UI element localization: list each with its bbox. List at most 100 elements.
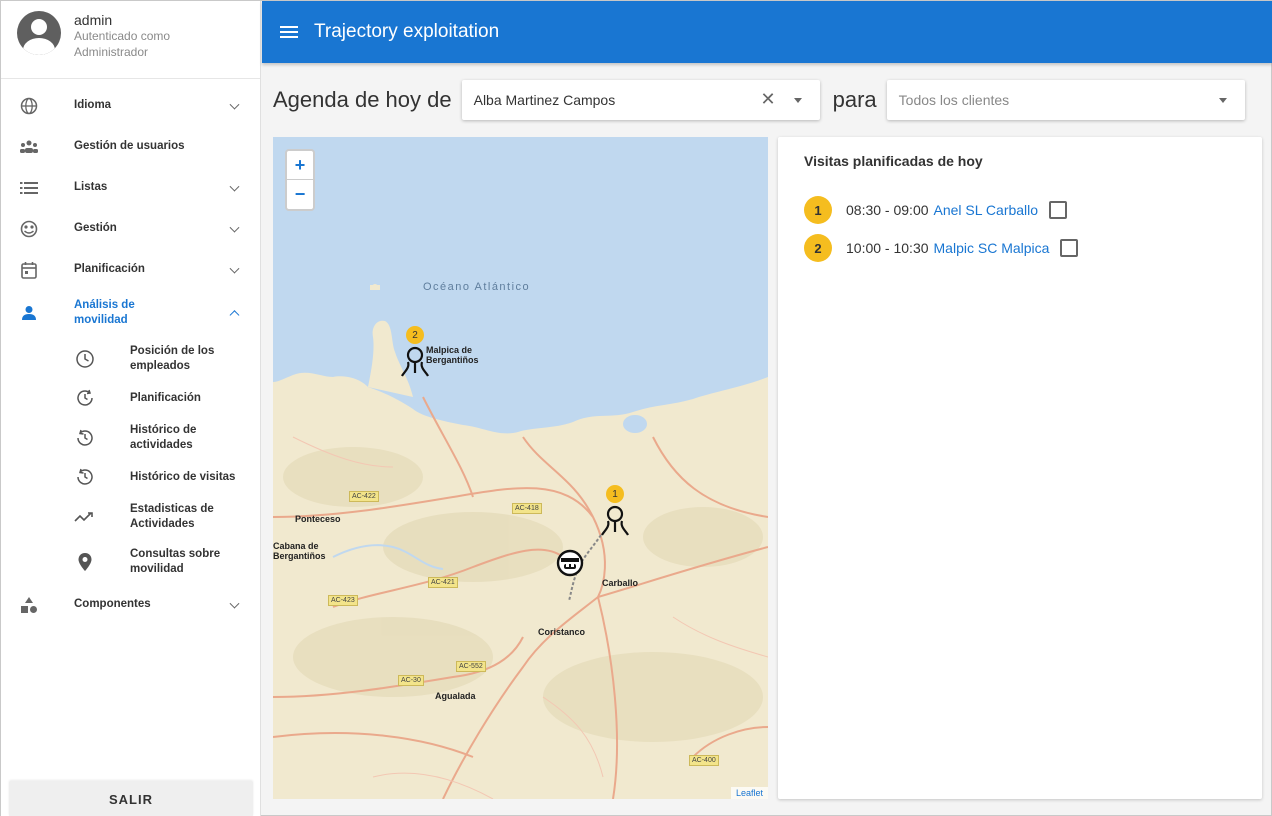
person-icon xyxy=(18,302,40,324)
map-attribution-link[interactable]: Leaflet xyxy=(730,787,768,799)
visit-marker[interactable]: 2 xyxy=(406,326,424,344)
road-label: AC-421 xyxy=(428,577,458,588)
shapes-icon xyxy=(18,594,40,616)
chevron-down-icon xyxy=(229,222,240,233)
submenu-item-label: Histórico de visitas xyxy=(130,470,236,483)
client-location-icon[interactable] xyxy=(398,345,432,379)
visit-time: 10:00 - 10:30 xyxy=(846,240,929,256)
group-icon xyxy=(18,136,40,158)
zoom-in-button[interactable]: + xyxy=(287,151,313,180)
visit-client-link[interactable]: Anel SL Carballo xyxy=(934,202,1039,218)
menu-icon[interactable] xyxy=(280,25,298,39)
account-circle-icon xyxy=(17,11,61,55)
list-item: 2 10:00 - 10:30 Malpic SC Malpica xyxy=(804,234,1079,262)
submenu-item-estadisticas-actividades[interactable]: Estadisticas de Actividades xyxy=(1,494,260,539)
clear-icon[interactable]: ✕ xyxy=(761,89,776,110)
visit-number-badge: 2 xyxy=(804,234,832,262)
refresh-clock-icon xyxy=(74,387,96,409)
client-select-placeholder: Todos los clientes xyxy=(898,92,1010,108)
sidebar: admin Autenticado como Administrador Idi… xyxy=(1,1,261,816)
client-select[interactable]: Todos los clientes xyxy=(886,80,1245,120)
user-role-line2: Administrador xyxy=(74,45,149,59)
town-label: Carballo xyxy=(602,578,639,588)
calendar-icon xyxy=(18,259,40,281)
sidebar-item-idioma[interactable]: Idioma xyxy=(1,85,260,126)
chevron-up-icon xyxy=(229,310,240,321)
chevron-down-icon xyxy=(229,181,240,192)
visit-done-checkbox[interactable] xyxy=(1049,201,1068,219)
visit-done-checkbox[interactable] xyxy=(1060,239,1079,257)
list-item: 1 08:30 - 09:00 Anel SL Carballo xyxy=(804,196,1068,224)
sidebar-item-listas[interactable]: Listas xyxy=(1,167,260,208)
visit-client-link[interactable]: Malpic SC Malpica xyxy=(934,240,1050,256)
user-panel: admin Autenticado como Administrador xyxy=(1,1,260,79)
dashboard-icon xyxy=(18,218,40,240)
town-label: Coristanco xyxy=(538,627,586,637)
zoom-out-button[interactable]: − xyxy=(287,180,313,209)
location-pin-icon xyxy=(74,551,96,573)
agenda-prefix-label: Agenda de hoy de xyxy=(273,87,452,112)
road-label: AC-30 xyxy=(398,675,424,686)
submenu-item-label: Consultas sobre movilidad xyxy=(130,547,221,575)
submenu-item-planificacion[interactable]: Planificación xyxy=(1,381,260,415)
town-label: Malpica de Bergantiños xyxy=(426,345,479,365)
history-icon xyxy=(74,427,96,449)
sidebar-item-label: Análisis de movilidad xyxy=(74,299,135,326)
visit-number-badge: 1 xyxy=(804,196,832,224)
chevron-down-icon xyxy=(229,99,240,110)
sidebar-item-label: Componentes xyxy=(74,598,151,610)
client-location-icon[interactable] xyxy=(598,504,632,538)
town-label: Cabana de Bergantiños xyxy=(273,541,326,561)
planned-visits-heading: Visitas planificadas de hoy xyxy=(804,153,983,169)
road-label: AC-400 xyxy=(689,755,719,766)
zoom-control: + − xyxy=(285,149,315,211)
sidebar-item-gestion-usuarios[interactable]: Gestión de usuarios xyxy=(1,126,260,167)
sidebar-item-componentes[interactable]: Componentes xyxy=(1,584,260,625)
sidebar-item-label: Listas xyxy=(74,181,108,193)
app-title: Trajectory exploitation xyxy=(314,21,500,42)
user-role-line1: Autenticado como xyxy=(74,29,171,43)
submenu-item-label: Posición de los empleados xyxy=(130,344,215,372)
visit-marker[interactable]: 1 xyxy=(606,485,624,503)
road-label: AC-423 xyxy=(328,595,358,606)
sidebar-item-label: Gestión de usuarios xyxy=(74,140,185,152)
submenu-item-historico-visitas[interactable]: Histórico de visitas xyxy=(1,460,260,494)
clock-icon xyxy=(74,348,96,370)
trending-icon xyxy=(74,506,96,528)
ocean-label: Océano Atlántico xyxy=(423,281,531,293)
dropdown-arrow-icon[interactable] xyxy=(1218,98,1227,103)
sidebar-item-planificacion[interactable]: Planificación xyxy=(1,249,260,290)
history-icon xyxy=(74,466,96,488)
submenu-item-label: Planificación xyxy=(130,391,201,404)
road-label: AC-418 xyxy=(512,503,542,514)
app-bar: Trajectory exploitation xyxy=(262,1,1272,63)
employee-location-icon[interactable] xyxy=(556,549,584,579)
sidebar-item-label: Planificación xyxy=(74,263,145,275)
planned-visits-card: Visitas planificadas de hoy 1 08:30 - 09… xyxy=(778,137,1262,799)
para-label: para xyxy=(832,87,877,112)
agenda-filter: Agenda de hoy de Alba Martinez Campos ✕ … xyxy=(273,79,1245,121)
chevron-down-icon xyxy=(229,263,240,274)
globe-icon xyxy=(18,95,40,117)
chevron-down-icon xyxy=(229,598,240,609)
logout-button[interactable]: SALIR xyxy=(9,781,253,816)
employee-select[interactable]: Alba Martinez Campos ✕ xyxy=(461,80,820,120)
submenu-item-label: Histórico de actividades xyxy=(130,423,197,451)
submenu-item-consultas-movilidad[interactable]: Consultas sobre movilidad xyxy=(1,539,260,584)
visit-time: 08:30 - 09:00 xyxy=(846,202,929,218)
employee-select-value: Alba Martinez Campos xyxy=(473,92,616,108)
town-label: Ponteceso xyxy=(295,514,341,524)
list-icon xyxy=(18,177,40,199)
submenu-item-label: Estadisticas de Actividades xyxy=(130,502,214,530)
sidebar-item-gestion[interactable]: Gestión xyxy=(1,208,260,249)
road-label: AC-552 xyxy=(456,661,486,672)
map[interactable]: + − Océano Atlántico Malpica de Berganti… xyxy=(273,137,768,799)
dropdown-arrow-icon[interactable] xyxy=(793,98,802,103)
sidebar-item-label: Gestión xyxy=(74,222,117,234)
sidebar-item-analisis-movilidad[interactable]: Análisis de movilidad xyxy=(1,290,260,336)
sidebar-item-label: Idioma xyxy=(74,99,112,111)
submenu-item-historico-actividades[interactable]: Histórico de actividades xyxy=(1,415,260,460)
user-name: admin xyxy=(74,12,113,28)
sidebar-menu: Idioma Gestión de usuarios Listas Gestió… xyxy=(1,79,260,625)
submenu-item-posicion-empleados[interactable]: Posición de los empleados xyxy=(1,336,260,381)
